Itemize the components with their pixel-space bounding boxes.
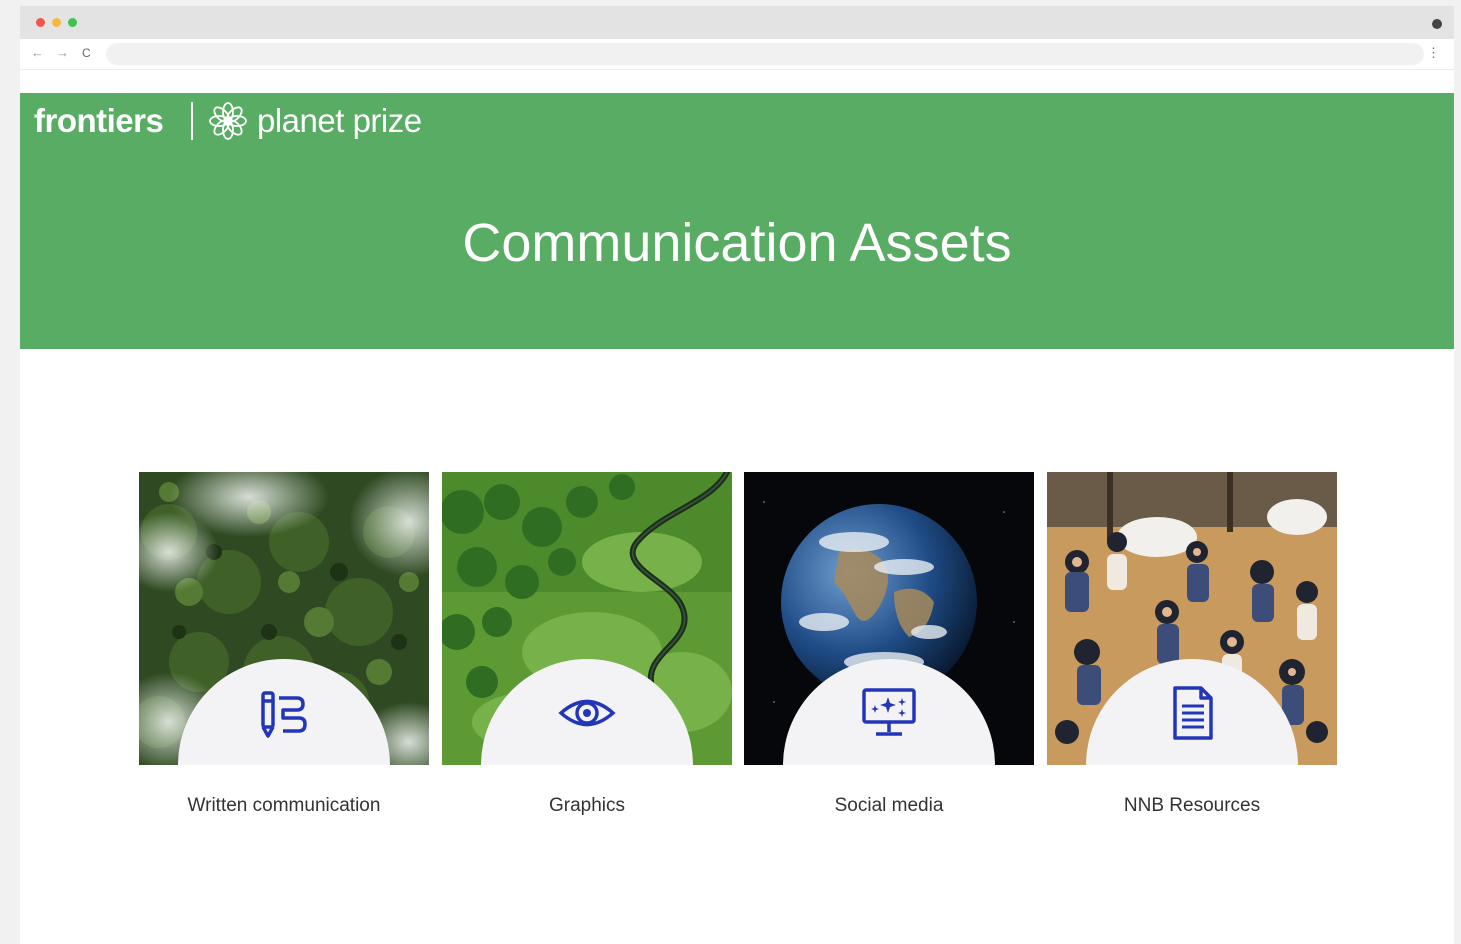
card-label[interactable]: Written communication: [139, 794, 429, 818]
card-label[interactable]: Graphics: [442, 794, 732, 818]
back-button[interactable]: ←: [31, 45, 44, 61]
browser-navbar: ← → C ⋮: [20, 39, 1454, 70]
page-title: Communication Assets: [462, 213, 1012, 273]
frontiers-wordmark: frontiers: [34, 102, 164, 139]
river-wetland-aerial-image[interactable]: [442, 472, 732, 765]
card-written-communication[interactable]: Written communication: [139, 472, 429, 816]
flower-icon: [209, 102, 247, 140]
profile-icon[interactable]: [1432, 19, 1442, 29]
conference-crowd-image[interactable]: [1047, 472, 1337, 765]
reload-button[interactable]: C: [82, 45, 91, 61]
browser-titlebar: [20, 6, 1454, 39]
document-icon: [1173, 686, 1213, 740]
card-graphics[interactable]: Graphics: [442, 472, 732, 816]
maximize-window-button[interactable]: [68, 18, 77, 27]
earth-from-space-image[interactable]: [744, 472, 1034, 765]
forward-button[interactable]: →: [56, 45, 69, 61]
card-label[interactable]: NNB Resources: [1047, 794, 1337, 818]
planet-prize-wordmark: planet prize: [257, 102, 422, 139]
card-nnb-resources[interactable]: NNB Resources: [1047, 472, 1337, 816]
card-social-media[interactable]: Social media: [744, 472, 1034, 816]
forest-canopy-clouds-image[interactable]: [139, 472, 429, 765]
monitor-icon: [862, 688, 916, 736]
card-label[interactable]: Social media: [744, 794, 1034, 818]
close-window-button[interactable]: [36, 18, 45, 27]
minimize-window-button[interactable]: [52, 18, 61, 27]
eye-icon: [558, 699, 616, 727]
browser-window: ← → C ⋮ frontiers planet prize Communica…: [20, 6, 1454, 944]
logo-divider: [191, 102, 193, 140]
address-bar[interactable]: [106, 43, 1424, 65]
browser-menu-button[interactable]: ⋮: [1427, 45, 1440, 61]
hero-banner: frontiers planet prize Communication Ass…: [20, 93, 1454, 349]
pencil-list-icon: [261, 691, 307, 738]
